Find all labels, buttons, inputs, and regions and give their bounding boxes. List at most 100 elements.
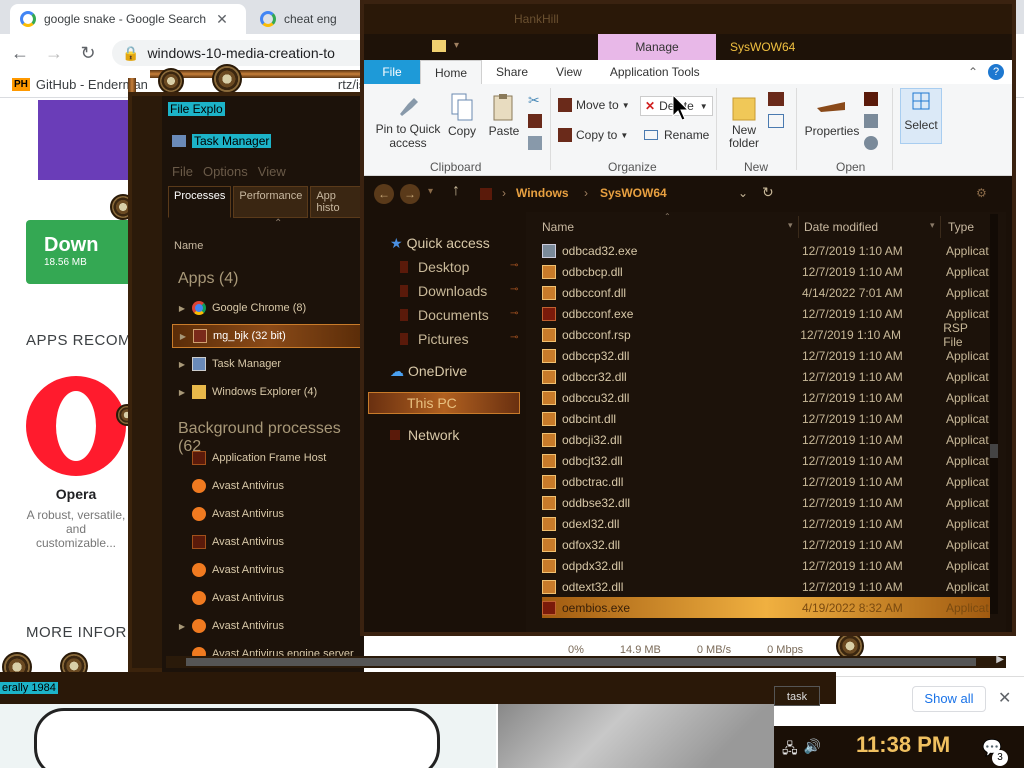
file-row[interactable]: odbcbcp.dll 12/7/2019 1:10 AM Applicat xyxy=(542,261,990,282)
volume-icon[interactable]: 🔊 xyxy=(804,738,821,762)
file-row[interactable]: oembios.exe 4/19/2022 8:32 AM Applicat xyxy=(542,597,990,618)
process-row-explorer[interactable]: ▶ Windows Explorer (4) xyxy=(172,380,364,404)
back-icon[interactable]: ← xyxy=(374,184,394,204)
column-type[interactable]: Type xyxy=(948,220,974,234)
help-icon[interactable]: ? xyxy=(988,64,1004,80)
back-icon[interactable]: ← xyxy=(6,43,34,64)
tab-file[interactable]: File xyxy=(364,60,420,84)
cut-icon[interactable]: ✂ xyxy=(528,92,540,109)
refresh-icon[interactable]: ↻ xyxy=(762,184,774,201)
chevron-down-icon[interactable]: ▾ xyxy=(454,40,459,51)
menu-file[interactable]: File xyxy=(172,164,193,179)
file-row[interactable]: odtext32.dll 12/7/2019 1:10 AM Applicat xyxy=(542,576,990,597)
file-row[interactable]: odbccp32.dll 12/7/2019 1:10 AM Applicat xyxy=(542,345,990,366)
file-row[interactable]: odpdx32.dll 12/7/2019 1:10 AM Applicat xyxy=(542,555,990,576)
chrome-tab-google-snake[interactable]: google snake - Google Search ✕ xyxy=(10,4,246,34)
file-row[interactable]: odbcad32.exe 12/7/2019 1:10 AM Applicat xyxy=(542,240,990,261)
nav-this-pc[interactable]: This PC xyxy=(368,392,520,414)
process-row[interactable]: Avast Antivirus xyxy=(172,474,364,498)
paste-shortcut-icon[interactable] xyxy=(528,136,542,150)
copy-path-icon[interactable] xyxy=(528,114,542,128)
process-row-mg-bjk[interactable]: ▶ mg_bjk (32 bit) xyxy=(172,324,364,348)
breadcrumb-windows[interactable]: Windows xyxy=(516,186,569,200)
file-row[interactable]: odbcjt32.dll 12/7/2019 1:10 AM Applicat xyxy=(542,450,990,471)
scroll-right-icon[interactable]: ▶ xyxy=(996,654,1004,665)
close-icon[interactable]: ✕ xyxy=(998,688,1011,708)
process-row[interactable]: Avast Antivirus xyxy=(172,502,364,526)
menu-options[interactable]: Options xyxy=(203,164,248,179)
recent-locations-icon[interactable]: ▾ xyxy=(428,186,433,197)
nav-network[interactable]: Network xyxy=(390,424,459,446)
nav-onedrive[interactable]: ☁ OneDrive xyxy=(390,360,467,382)
network-icon[interactable]: 🖧 xyxy=(782,738,798,762)
sort-chevron-icon[interactable]: ⌃ xyxy=(274,218,282,229)
tab-share[interactable]: Share xyxy=(482,60,542,84)
file-row[interactable]: odbccu32.dll 12/7/2019 1:10 AM Applicat xyxy=(542,387,990,408)
search-icon[interactable]: ⚙ xyxy=(976,186,987,200)
forward-icon[interactable]: → xyxy=(40,43,68,64)
up-icon[interactable]: ↑ xyxy=(452,182,460,200)
file-row[interactable]: odbcconf.dll 4/14/2022 7:01 AM Applicat xyxy=(542,282,990,303)
end-task-button[interactable]: task xyxy=(774,686,820,706)
tab-application-tools[interactable]: Application Tools xyxy=(596,60,714,84)
column-name[interactable]: Name xyxy=(542,220,574,234)
chrome-tab-cheat-engine[interactable]: cheat eng xyxy=(250,4,350,34)
pin-to-quick-access-button[interactable]: Pin to Quick access xyxy=(370,92,446,150)
tab-processes[interactable]: Processes xyxy=(168,186,232,218)
process-row[interactable]: Avast Antivirus xyxy=(172,558,364,582)
tab-performance[interactable]: Performance xyxy=(233,186,309,218)
process-row[interactable]: Application Frame Host xyxy=(172,446,364,470)
process-row[interactable]: Avast Antivirus xyxy=(172,530,364,554)
properties-button[interactable]: Properties xyxy=(804,92,860,138)
tab-view[interactable]: View xyxy=(542,60,596,84)
column-date-modified[interactable]: Date modified xyxy=(804,220,878,234)
process-row-chrome[interactable]: ▶ Google Chrome (8) xyxy=(172,296,364,320)
clock[interactable]: 11:38 PM xyxy=(856,732,950,758)
horizontal-scrollbar[interactable]: ▶ xyxy=(166,654,1006,668)
nav-quick-access[interactable]: ★ Quick access xyxy=(390,232,490,254)
show-all-button[interactable]: Show all xyxy=(912,686,986,712)
expand-icon[interactable]: ▶ xyxy=(173,332,193,341)
file-row[interactable]: odfox32.dll 12/7/2019 1:10 AM Applicat xyxy=(542,534,990,555)
history-icon[interactable] xyxy=(864,136,878,150)
reload-icon[interactable]: ↻ xyxy=(74,43,102,64)
file-row[interactable]: odbccr32.dll 12/7/2019 1:10 AM Applicat xyxy=(542,366,990,387)
folder-icon[interactable] xyxy=(432,40,446,52)
process-row[interactable]: Avast Antivirus xyxy=(172,586,364,610)
download-button[interactable]: Down 18.56 MB xyxy=(26,220,136,284)
process-row[interactable]: ▶ Avast Antivirus xyxy=(172,614,364,638)
new-folder-button[interactable]: New folder xyxy=(724,92,764,150)
tab-app-history[interactable]: App histo xyxy=(310,186,364,218)
breadcrumb-syswow64[interactable]: SysWOW64 xyxy=(600,186,667,200)
file-row[interactable]: oddbse32.dll 12/7/2019 1:10 AM Applicat xyxy=(542,492,990,513)
chevron-down-icon[interactable]: ▾ xyxy=(930,220,935,231)
opera-name[interactable]: Opera xyxy=(26,486,126,502)
menu-view[interactable]: View xyxy=(258,164,286,179)
file-row[interactable]: odbcconf.rsp 12/7/2019 1:10 AM RSP File xyxy=(542,321,990,349)
close-icon[interactable]: ✕ xyxy=(216,11,228,28)
expand-icon[interactable]: ▶ xyxy=(172,622,192,631)
vertical-scrollbar[interactable] xyxy=(990,214,998,614)
manage-tab[interactable]: Manage xyxy=(598,34,716,60)
select-button[interactable]: Select xyxy=(900,88,942,144)
forward-icon[interactable]: → xyxy=(400,184,420,204)
collapse-ribbon-icon[interactable]: ⌃ xyxy=(968,65,978,79)
chevron-down-icon[interactable]: ▾ xyxy=(788,220,793,231)
chevron-down-icon[interactable]: ⌄ xyxy=(738,186,748,200)
copy-to-button[interactable]: Copy to ▼ xyxy=(558,128,628,142)
file-row[interactable]: odbcji32.dll 12/7/2019 1:10 AM Applicat xyxy=(542,429,990,450)
nav-pictures[interactable]: Pictures xyxy=(400,328,469,350)
column-name[interactable]: Name xyxy=(174,240,203,252)
new-item-icon[interactable] xyxy=(768,92,784,106)
file-row[interactable]: odbctrac.dll 12/7/2019 1:10 AM Applicat xyxy=(542,471,990,492)
nav-documents[interactable]: Documents xyxy=(400,304,489,326)
file-row[interactable]: odbcconf.exe 12/7/2019 1:10 AM Applicat xyxy=(542,303,990,324)
opera-logo-icon[interactable] xyxy=(26,376,126,476)
expand-icon[interactable]: ▶ xyxy=(172,360,192,369)
rename-button[interactable]: Rename xyxy=(644,128,709,142)
tab-home[interactable]: Home xyxy=(420,60,483,84)
scroll-thumb[interactable] xyxy=(186,658,976,666)
expand-icon[interactable]: ▶ xyxy=(172,304,192,313)
easy-access-icon[interactable] xyxy=(768,114,784,128)
edit-icon[interactable] xyxy=(864,114,878,128)
